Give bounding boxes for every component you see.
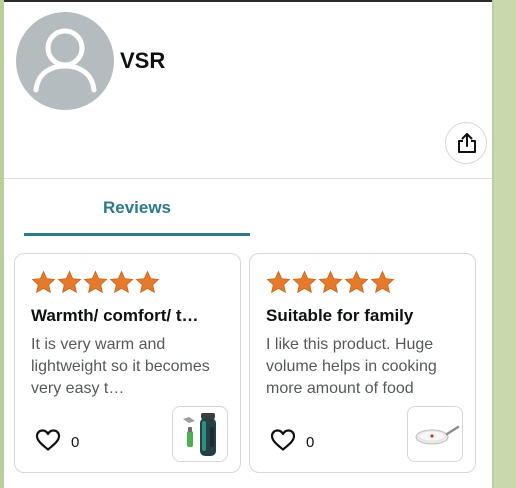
star-icon xyxy=(318,270,343,295)
avatar xyxy=(16,12,114,110)
star-icon xyxy=(83,270,108,295)
star-icon xyxy=(370,270,395,295)
star-icon xyxy=(266,270,291,295)
review-title: Suitable for family xyxy=(266,306,414,325)
top-border xyxy=(4,0,492,2)
star-icon xyxy=(57,270,82,295)
review-body: I like this product. Huge volume helps i… xyxy=(266,336,437,397)
heart-icon xyxy=(270,429,296,451)
background-strip xyxy=(494,0,516,488)
section-divider xyxy=(4,178,492,179)
review-card[interactable]: Suitable for family I like this product.… xyxy=(249,253,476,473)
review-body: It is very warm and lightweight so it be… xyxy=(31,336,210,397)
like-count: 0 xyxy=(306,433,315,451)
star-rating xyxy=(266,270,395,298)
star-rating xyxy=(31,270,160,298)
profile-name: VSR xyxy=(120,48,166,73)
like-count: 0 xyxy=(71,433,80,451)
profile-panel: VSR Reviews Warmth/ comfort/ t… It is ve… xyxy=(4,0,492,488)
product-thumbnail[interactable] xyxy=(407,406,463,462)
star-icon xyxy=(135,270,160,295)
user-silhouette-icon xyxy=(33,28,97,93)
star-icon xyxy=(31,270,56,295)
share-icon xyxy=(458,133,476,153)
star-icon xyxy=(292,270,317,295)
share-button[interactable] xyxy=(445,122,487,164)
star-icon xyxy=(344,270,369,295)
thermos-bottle-product-image xyxy=(183,413,216,456)
product-thumbnail[interactable] xyxy=(172,406,228,462)
tab-active-indicator xyxy=(24,233,250,236)
like-button[interactable]: 0 xyxy=(35,426,79,454)
star-icon xyxy=(109,270,134,295)
frying-pan-product-image xyxy=(415,425,460,445)
review-title: Warmth/ comfort/ t… xyxy=(31,306,199,325)
like-button[interactable]: 0 xyxy=(270,426,314,454)
tab-reviews[interactable]: Reviews xyxy=(24,196,250,236)
heart-icon xyxy=(35,429,61,451)
review-card[interactable]: Warmth/ comfort/ t… It is very warm and … xyxy=(14,253,241,473)
